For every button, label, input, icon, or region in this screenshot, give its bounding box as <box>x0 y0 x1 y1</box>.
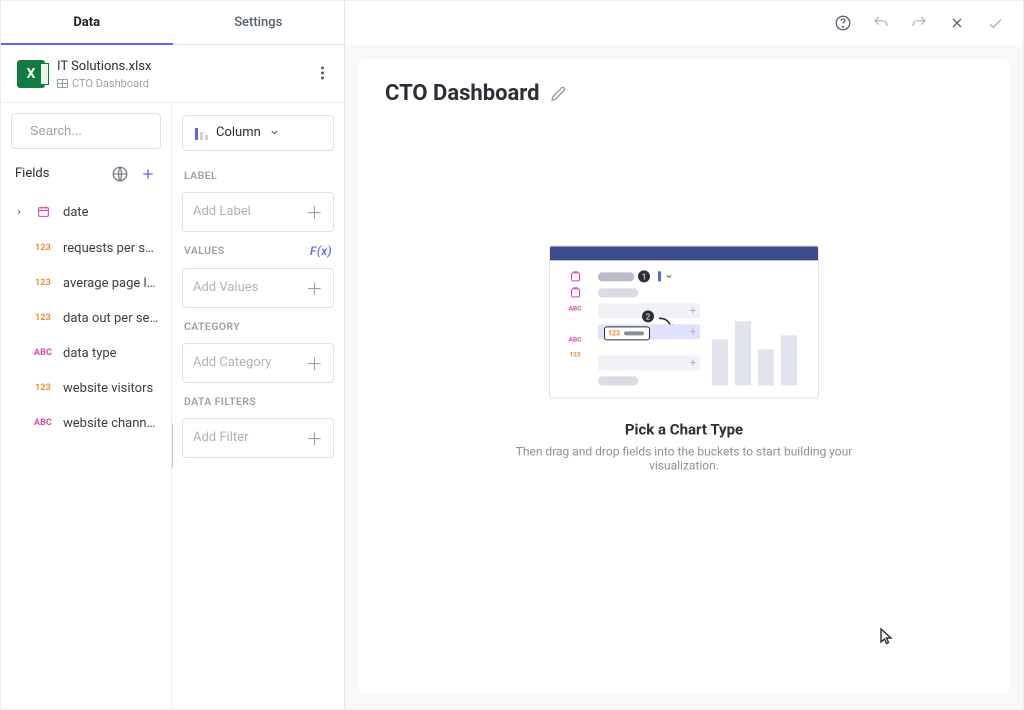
search-input[interactable] <box>11 113 161 149</box>
help-icon <box>834 14 852 32</box>
field-label: data out per sec… <box>63 311 159 326</box>
field-item[interactable]: ABC data type <box>1 336 171 371</box>
empty-illustration: ABC ABC 123 1 + <box>549 245 819 398</box>
empty-body: Then drag and drop fields into the bucke… <box>484 444 884 472</box>
globe-icon[interactable] <box>111 165 129 183</box>
calendar-icon <box>31 205 55 221</box>
bucket-filters-drop[interactable]: Add Filter＋ <box>182 418 334 458</box>
right-panel: CTO Dashboard ABC ABC 123 <box>345 1 1023 709</box>
bucket-label-drop[interactable]: Add Label＋ <box>182 192 334 232</box>
redo-icon <box>910 14 928 32</box>
close-icon <box>949 15 965 31</box>
excel-icon: X <box>17 60 45 88</box>
empty-heading: Pick a Chart Type <box>484 420 884 438</box>
scrollbar-indicator[interactable] <box>171 423 173 469</box>
datasource-row: X IT Solutions.xlsx CTO Dashboard <box>1 45 344 103</box>
bucket-values-label: VALUES F(x) <box>184 244 332 258</box>
text-type-icon: ABC <box>31 348 55 358</box>
edit-title-button[interactable] <box>550 86 566 102</box>
check-icon <box>986 14 1005 33</box>
redo-button[interactable] <box>905 9 933 37</box>
bucket-category-drop[interactable]: Add Category＋ <box>182 343 334 383</box>
cursor-icon <box>879 627 893 645</box>
datasource-more-icon[interactable] <box>315 59 330 88</box>
column-chart-icon <box>195 126 208 140</box>
add-field-button[interactable] <box>137 163 159 185</box>
fields-header: Fields <box>15 166 103 181</box>
field-item[interactable]: 123 average page lo… <box>1 266 171 301</box>
bucket-category-label: CATEGORY <box>184 320 332 333</box>
dashboard-title: CTO Dashboard <box>385 81 540 106</box>
topbar <box>345 1 1023 45</box>
field-label: website channels <box>63 416 159 431</box>
table-icon <box>57 79 68 88</box>
field-label: data type <box>63 346 117 361</box>
file-name: IT Solutions.xlsx <box>57 59 151 75</box>
field-item[interactable]: date <box>1 195 171 231</box>
number-type-icon: 123 <box>31 383 55 393</box>
help-button[interactable] <box>829 9 857 37</box>
undo-button[interactable] <box>867 9 895 37</box>
buckets-column: Column LABEL Add Label＋ VALUES F(x) Add … <box>171 103 344 709</box>
number-type-icon: 123 <box>31 313 55 323</box>
number-type-icon: 123 <box>31 278 55 288</box>
bucket-values-drop[interactable]: Add Values＋ <box>182 268 334 308</box>
fields-column: Fields date 123 requests per se… 123 average… <box>1 103 171 709</box>
chevron-down-icon <box>269 127 280 138</box>
file-sheet: CTO Dashboard <box>57 77 151 90</box>
field-label: requests per se… <box>63 241 159 256</box>
confirm-button[interactable] <box>981 9 1009 37</box>
field-item[interactable]: 123 website visitors <box>1 371 171 406</box>
tab-settings[interactable]: Settings <box>173 1 345 44</box>
field-item[interactable]: 123 requests per se… <box>1 231 171 266</box>
empty-state: ABC ABC 123 1 + <box>484 245 884 472</box>
field-item[interactable]: ABC website channels <box>1 406 171 441</box>
bucket-label-label: LABEL <box>184 169 332 182</box>
field-label: date <box>63 205 89 220</box>
tab-data[interactable]: Data <box>1 1 173 44</box>
plus-icon <box>140 166 156 182</box>
text-type-icon: ABC <box>31 418 55 428</box>
field-label: average page lo… <box>63 276 159 291</box>
left-panel: Data Settings X IT Solutions.xlsx CTO Da… <box>1 1 345 709</box>
bucket-filters-label: DATA FILTERS <box>184 395 332 408</box>
panel-tabs: Data Settings <box>1 1 344 45</box>
canvas: CTO Dashboard ABC ABC 123 <box>359 59 1009 695</box>
number-type-icon: 123 <box>31 243 55 253</box>
field-label: website visitors <box>63 381 153 396</box>
field-item[interactable]: 123 data out per sec… <box>1 301 171 336</box>
chart-type-selector[interactable]: Column <box>182 115 334 151</box>
close-button[interactable] <box>943 9 971 37</box>
fx-button[interactable]: F(x) <box>310 244 332 258</box>
undo-icon <box>872 14 890 32</box>
